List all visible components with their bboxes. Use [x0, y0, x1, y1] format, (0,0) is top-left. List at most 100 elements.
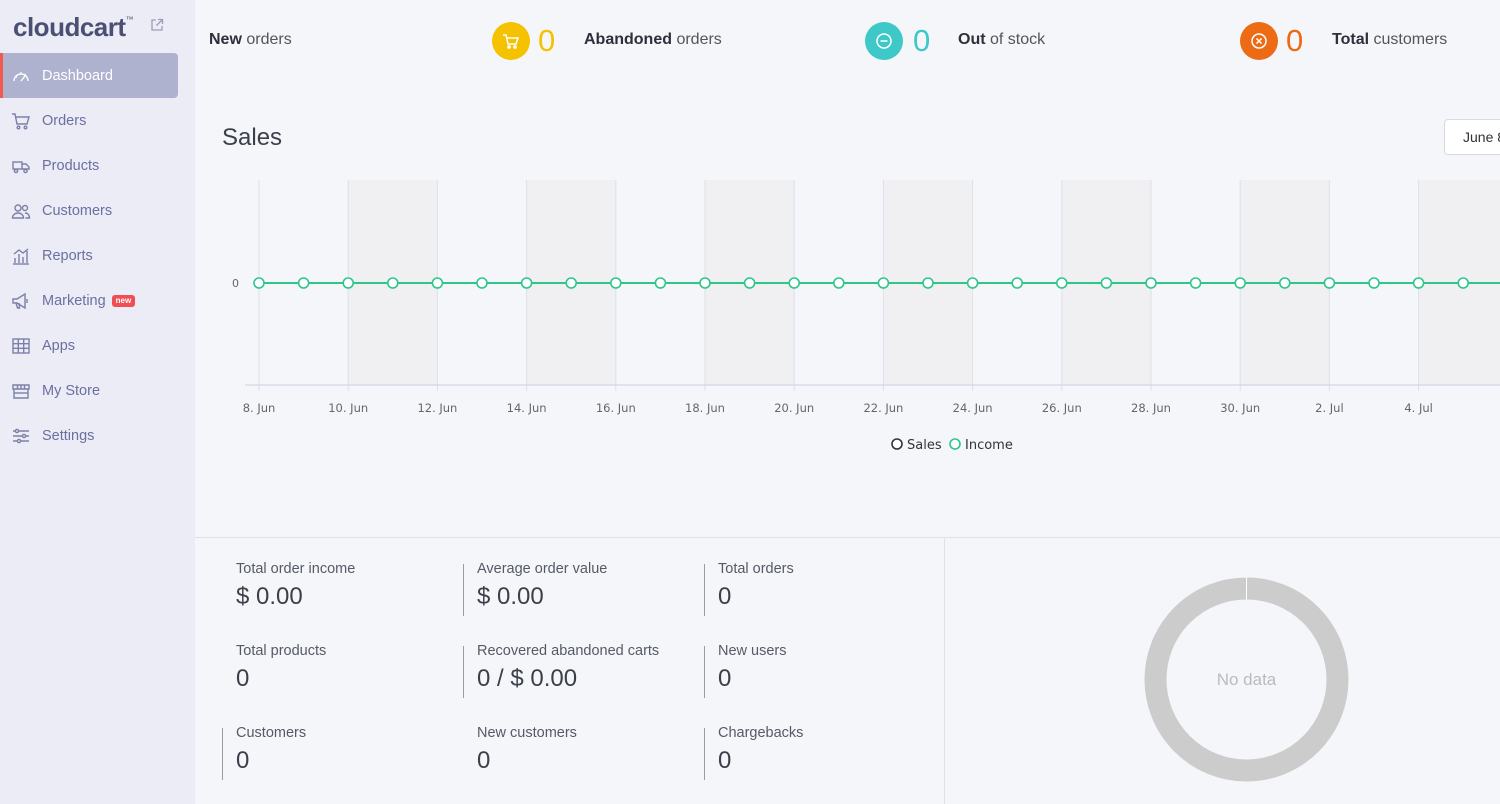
legend-income-label: Income	[965, 438, 1013, 453]
income-data-point	[1055, 277, 1068, 289]
sidebar-item-dashboard[interactable]: Dashboard	[0, 53, 178, 98]
sidebar-item-settings[interactable]: Settings	[0, 413, 195, 458]
sidebar-item-products[interactable]: Products	[0, 143, 195, 188]
metric-recovered-abandoned-carts: Recovered abandoned carts 0 / $ 0.00	[477, 643, 659, 693]
legend-sales-label: Sales	[907, 438, 942, 453]
cart-icon	[12, 113, 30, 130]
grid-icon	[12, 338, 30, 354]
income-data-point	[609, 277, 622, 289]
metric-value: 0	[718, 665, 732, 692]
income-data-point	[431, 277, 444, 289]
metric-value: 0	[236, 747, 250, 774]
income-data-point	[387, 277, 399, 289]
metric-value: 0 / $ 0.00	[477, 665, 578, 692]
x-tick-label: 18. Jun	[685, 401, 725, 415]
abandoned-orders-badge	[492, 22, 530, 60]
income-data-point	[520, 277, 533, 289]
metric-chargebacks: Chargebacks 0	[718, 725, 803, 775]
sidebar-item-my-store[interactable]: My Store	[0, 368, 195, 413]
income-data-point	[654, 277, 667, 289]
metric-total-order-income: Total order income $ 0.00	[236, 561, 355, 611]
sidebar-item-orders[interactable]: Orders	[0, 98, 195, 143]
income-data-point	[476, 277, 488, 289]
income-data-point	[1145, 277, 1157, 289]
abandoned-orders-count: 0	[538, 23, 556, 58]
income-data-point	[1100, 277, 1113, 289]
x-tick-label: 10. Jun	[328, 401, 368, 415]
stats-bar	[195, 0, 1500, 80]
income-data-point	[565, 277, 578, 289]
metric-label: New users	[718, 643, 787, 659]
metric-separator	[222, 728, 223, 780]
income-data-point	[1234, 277, 1246, 289]
sidebar-item-apps[interactable]: Apps	[0, 323, 195, 368]
income-data-point	[253, 277, 265, 289]
sidebar-nav: Dashboard Orders Products Customers Repo…	[0, 53, 195, 458]
x-tick-label: 28. Jun	[1131, 401, 1171, 415]
metric-label: Total products	[236, 643, 327, 659]
x-tick-label: 22. Jun	[863, 401, 903, 415]
metric-average-order-value: Average order value $ 0.00	[477, 561, 607, 611]
metric-label: Customers	[236, 725, 307, 741]
metric-value: 0	[236, 665, 250, 692]
metric-separator	[704, 728, 705, 780]
section-divider	[195, 537, 1500, 538]
megaphone-icon	[12, 292, 28, 310]
metric-label: Total order income	[236, 561, 356, 577]
x-tick-label: 12. Jun	[417, 401, 457, 415]
income-data-point	[1279, 277, 1291, 289]
sidebar-item-label: Products	[42, 157, 100, 174]
new-badge: new	[111, 294, 136, 307]
customers-badge	[1240, 22, 1278, 60]
income-data-point	[922, 277, 934, 289]
new-orders-label: New orders	[209, 31, 292, 48]
metric-value: 0	[477, 747, 491, 774]
x-tick-label: 8. Jun	[243, 401, 276, 415]
income-data-point	[1011, 277, 1024, 289]
metric-label: Total orders	[718, 561, 794, 577]
external-link-icon[interactable]	[150, 18, 164, 32]
total-customers-label: Total customers	[1332, 31, 1448, 48]
legend-income-marker	[949, 438, 961, 450]
sales-title: Sales	[222, 124, 283, 151]
sidebar-item-label: Reports	[42, 247, 93, 264]
metric-total-orders: Total orders 0	[718, 561, 794, 611]
sidebar-item-marketing[interactable]: Marketing new	[0, 278, 195, 323]
cloudcart-logo[interactable]: cloudcart™	[13, 12, 134, 43]
income-data-point	[699, 277, 711, 289]
customers-count: 0	[1286, 23, 1304, 58]
users-icon	[11, 204, 31, 219]
no-data-text: No data	[1216, 669, 1277, 689]
donut-chart: No data	[1144, 577, 1349, 782]
x-tick-label: 26. Jun	[1042, 401, 1082, 415]
legend-sales-marker	[891, 438, 903, 450]
income-data-point	[1189, 277, 1202, 289]
abandoned-orders-label: Abandoned orders	[584, 31, 722, 48]
sliders-icon	[13, 428, 29, 444]
sidebar-item-customers[interactable]: Customers	[0, 188, 195, 233]
metric-value: $ 0.00	[477, 583, 544, 610]
date-range-button[interactable]: June 8	[1444, 119, 1500, 155]
x-tick-label: 30. Jun	[1220, 401, 1260, 415]
income-data-point	[743, 277, 756, 289]
sidebar-item-label: Settings	[42, 427, 95, 444]
truck-icon	[12, 161, 30, 174]
cart-icon	[503, 34, 520, 49]
metric-label: New customers	[477, 725, 577, 741]
metric-value: $ 0.00	[236, 583, 303, 610]
x-tick-label: 20. Jun	[774, 401, 814, 415]
metric-separator	[463, 564, 464, 616]
metric-label: Average order value	[477, 561, 608, 577]
sidebar-item-label: Orders	[42, 112, 87, 129]
sales-chart: 0 8. Jun 10. Jun 12. Jun 14. Jun 16. Jun 18. J…	[232, 180, 1500, 453]
x-tick-label: 16. Jun	[596, 401, 636, 415]
metric-new-customers: New customers 0	[477, 725, 577, 775]
metric-label: Chargebacks	[718, 725, 804, 741]
sidebar-item-reports[interactable]: Reports	[0, 233, 195, 278]
income-data-point	[297, 277, 310, 289]
income-data-point	[342, 277, 354, 289]
logo-text: cloudcart	[13, 12, 126, 42]
y-tick-label: 0	[232, 277, 239, 290]
income-data-point	[966, 277, 979, 289]
metric-separator	[704, 564, 705, 616]
